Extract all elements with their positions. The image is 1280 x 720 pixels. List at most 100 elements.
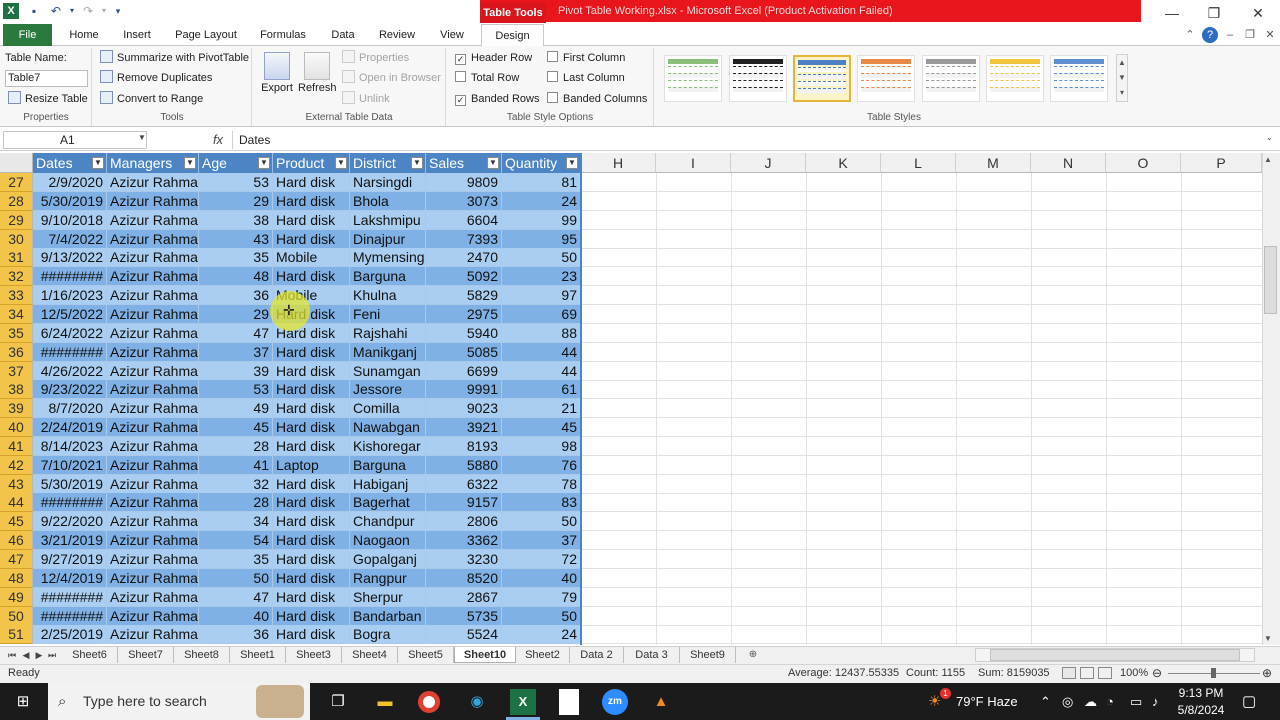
insert-sheet-icon[interactable]: ⊕: [744, 647, 762, 663]
name-box[interactable]: A1: [3, 131, 147, 149]
task-view-icon[interactable]: ❐: [325, 689, 351, 715]
table-cell[interactable]: Azizur Rahma: [107, 531, 199, 551]
table-cell[interactable]: 37: [502, 531, 581, 551]
table-cell[interactable]: Azizur Rahma: [107, 267, 199, 287]
table-cell[interactable]: 47: [199, 587, 273, 607]
empty-row-area[interactable]: [581, 475, 1262, 494]
table-cell[interactable]: Azizur Rahma: [107, 380, 199, 400]
table-cell[interactable]: 5940: [426, 323, 502, 343]
row-header[interactable]: 35: [0, 323, 33, 343]
row-header[interactable]: 49: [0, 587, 33, 607]
column-header[interactable]: N: [1031, 153, 1106, 173]
table-style-swatch[interactable]: [664, 55, 722, 102]
table-style-swatch[interactable]: [857, 55, 915, 102]
table-cell[interactable]: Naogaon: [350, 531, 426, 551]
table-cell[interactable]: 8/7/2020: [33, 399, 107, 419]
minimize-ribbon-icon[interactable]: ⌃: [1182, 27, 1198, 43]
table-cell[interactable]: 9157: [426, 493, 502, 513]
convert-to-range-button[interactable]: Convert to Range: [100, 91, 203, 108]
table-cell[interactable]: 29: [199, 304, 273, 324]
table-cell[interactable]: Hard disk: [273, 587, 350, 607]
filter-dropdown-icon[interactable]: ▼: [335, 157, 347, 169]
table-cell[interactable]: 2/25/2019: [33, 625, 107, 645]
zoom-in-icon[interactable]: ⊕: [1262, 664, 1272, 683]
table-cell[interactable]: 4/26/2022: [33, 361, 107, 381]
row-header[interactable]: 34: [0, 304, 33, 324]
row-header[interactable]: 32: [0, 267, 33, 287]
empty-row-area[interactable]: [581, 324, 1262, 343]
horizontal-scroll-thumb[interactable]: [990, 649, 1240, 661]
table-cell[interactable]: 53: [199, 380, 273, 400]
column-header[interactable]: H: [581, 153, 656, 173]
table-cell[interactable]: 50: [199, 568, 273, 588]
table-cell[interactable]: 41: [199, 455, 273, 475]
table-style-swatch[interactable]: [793, 55, 851, 102]
table-cell[interactable]: 32: [199, 474, 273, 494]
table-cell[interactable]: 3073: [426, 191, 502, 211]
select-all-corner[interactable]: [0, 153, 33, 173]
table-cell[interactable]: Dinajpur: [350, 229, 426, 249]
empty-row-area[interactable]: [581, 607, 1262, 626]
table-cell[interactable]: Barguna: [350, 455, 426, 475]
onedrive-icon[interactable]: ☁: [1084, 683, 1097, 720]
sheet-tab[interactable]: Sheet3: [286, 647, 342, 663]
table-cell[interactable]: Hard disk: [273, 229, 350, 249]
restore-button[interactable]: ❐: [1192, 0, 1236, 26]
table-cell[interactable]: 7393: [426, 229, 502, 249]
table-cell[interactable]: 44: [502, 342, 581, 362]
table-cell[interactable]: 1/16/2023: [33, 286, 107, 306]
name-box-dropdown-icon[interactable]: ▼: [138, 133, 146, 142]
table-cell[interactable]: Azizur Rahma: [107, 229, 199, 249]
empty-row-area[interactable]: [581, 418, 1262, 438]
table-cell[interactable]: 54: [199, 531, 273, 551]
table-cell[interactable]: 28: [199, 493, 273, 513]
table-cell[interactable]: 3/21/2019: [33, 531, 107, 551]
empty-row-area[interactable]: [581, 211, 1262, 230]
table-cell[interactable]: Bogra: [350, 625, 426, 645]
sheet-tab[interactable]: Sheet1: [230, 647, 286, 663]
prev-sheet-icon[interactable]: ◀: [20, 648, 32, 662]
table-cell[interactable]: 45: [502, 418, 581, 438]
table-cell[interactable]: 98: [502, 436, 581, 456]
table-cell[interactable]: 40: [502, 568, 581, 588]
excel-taskbar-icon[interactable]: X: [510, 689, 536, 715]
table-cell[interactable]: 78: [502, 474, 581, 494]
table-cell[interactable]: Azizur Rahma: [107, 248, 199, 268]
table-cell[interactable]: Azizur Rahma: [107, 173, 199, 192]
row-header[interactable]: 30: [0, 229, 33, 249]
save-icon[interactable]: ▪: [26, 3, 42, 19]
table-cell[interactable]: Azizur Rahma: [107, 361, 199, 381]
table-header-cell[interactable]: Quantity ▼: [502, 153, 581, 173]
table-cell[interactable]: Hard disk: [273, 399, 350, 419]
table-cell[interactable]: 9023: [426, 399, 502, 419]
table-cell[interactable]: 6699: [426, 361, 502, 381]
table-cell[interactable]: Hard disk: [273, 191, 350, 211]
close-button[interactable]: ✕: [1236, 0, 1280, 26]
table-cell[interactable]: 9/13/2022: [33, 248, 107, 268]
table-cell[interactable]: 43: [199, 229, 273, 249]
table-cell[interactable]: 72: [502, 550, 581, 569]
table-cell[interactable]: 76: [502, 455, 581, 475]
table-cell[interactable]: Azizur Rahma: [107, 191, 199, 211]
table-header-cell[interactable]: District ▼: [350, 153, 426, 173]
weather-icon[interactable]: ☀: [928, 683, 941, 720]
table-cell[interactable]: 61: [502, 380, 581, 400]
column-header[interactable]: O: [1106, 153, 1181, 173]
table-cell[interactable]: 6322: [426, 474, 502, 494]
table-cell[interactable]: Hard disk: [273, 361, 350, 381]
empty-row-area[interactable]: [581, 173, 1262, 192]
table-cell[interactable]: 39: [199, 361, 273, 381]
column-header[interactable]: M: [956, 153, 1031, 173]
table-cell[interactable]: ########: [33, 587, 107, 607]
table-cell[interactable]: 47: [199, 323, 273, 343]
table-cell[interactable]: Jessore: [350, 380, 426, 400]
table-cell[interactable]: Sunamgan: [350, 361, 426, 381]
table-cell[interactable]: 5/30/2019: [33, 191, 107, 211]
table-cell[interactable]: 9/10/2018: [33, 210, 107, 230]
table-cell[interactable]: Bandarban: [350, 606, 426, 626]
table-cell[interactable]: Comilla: [350, 399, 426, 419]
table-cell[interactable]: Mobile: [273, 248, 350, 268]
help-icon[interactable]: ?: [1202, 27, 1218, 43]
table-cell[interactable]: Azizur Rahma: [107, 399, 199, 419]
row-header[interactable]: 31: [0, 248, 33, 268]
